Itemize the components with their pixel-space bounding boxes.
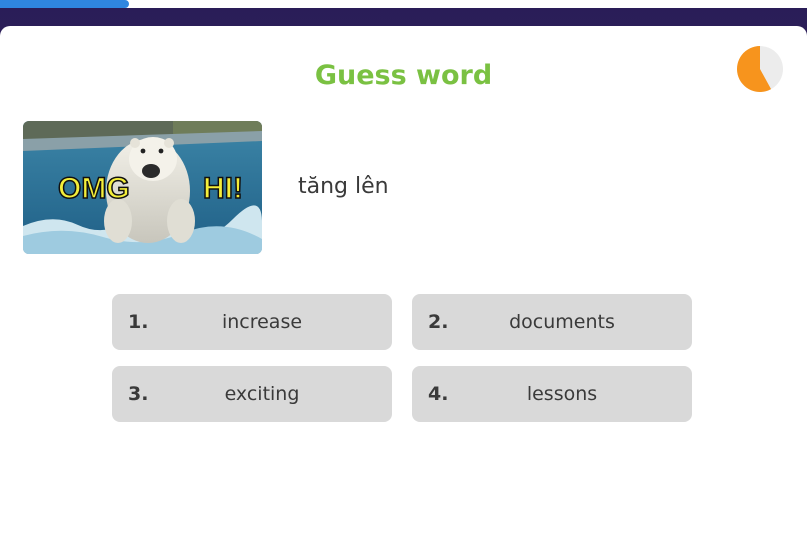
option-button-1[interactable]: 1. increase [112, 294, 392, 350]
progress-bar-fill [0, 0, 130, 8]
option-number: 4. [428, 383, 449, 405]
progress-bar [0, 0, 807, 8]
option-number: 1. [128, 311, 149, 333]
option-text: increase [221, 311, 303, 333]
option-button-2[interactable]: 2. documents [412, 294, 692, 350]
page-title: Guess word [314, 60, 493, 91]
option-text: documents [509, 311, 615, 333]
timer-icon [737, 46, 783, 92]
option-button-4[interactable]: 4. lessons [412, 366, 692, 422]
option-number: 3. [128, 383, 149, 405]
hi-caption: HI! [203, 172, 243, 205]
option-number: 2. [428, 311, 449, 333]
word-image: OMG HI! [23, 121, 262, 254]
option-button-3[interactable]: 3. exciting [112, 366, 392, 422]
option-text: exciting [224, 383, 300, 405]
target-word: tăng lên [298, 174, 389, 199]
omg-caption: OMG [58, 172, 130, 205]
option-text: lessons [526, 383, 598, 405]
quiz-card: Guess word OMG HI! tăng lên 1. increase … [0, 26, 807, 536]
